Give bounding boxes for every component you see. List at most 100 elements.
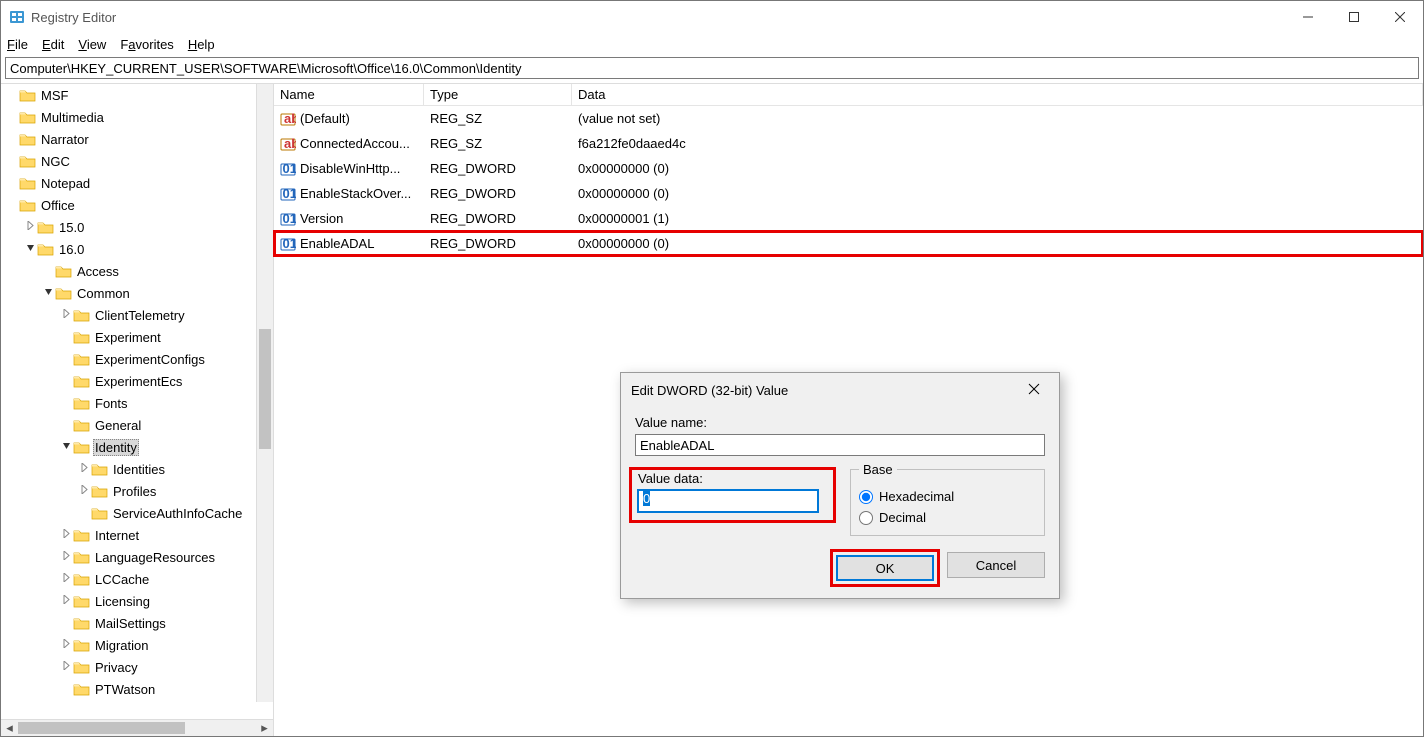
tree-item[interactable]: ServiceAuthInfoCache <box>1 502 273 524</box>
value-row[interactable]: 011EnableADALREG_DWORD0x00000000 (0) <box>274 231 1423 256</box>
tree-item[interactable]: Office <box>1 194 273 216</box>
folder-icon <box>19 88 36 102</box>
value-data-input[interactable]: 0 <box>638 490 818 512</box>
tree-item-label: 15.0 <box>57 220 86 235</box>
tree-expander-icon[interactable] <box>59 441 73 453</box>
scroll-left-arrow[interactable]: ◂ <box>1 720 18 737</box>
value-row[interactable]: 011EnableStackOver...REG_DWORD0x00000000… <box>274 181 1423 206</box>
tree-expander-icon[interactable] <box>59 551 73 563</box>
base-fieldset: Base Hexadecimal Decimal <box>850 462 1045 536</box>
dialog-titlebar[interactable]: Edit DWORD (32-bit) Value <box>621 373 1059 407</box>
tree-item[interactable]: Access <box>1 260 273 282</box>
tree-item-label: Access <box>75 264 121 279</box>
tree-item[interactable]: Profiles <box>1 480 273 502</box>
tree-item[interactable]: Common <box>1 282 273 304</box>
menu-view[interactable]: View <box>78 37 106 52</box>
folder-icon <box>73 374 90 388</box>
tree-item-label: Licensing <box>93 594 152 609</box>
close-button[interactable] <box>1377 1 1423 33</box>
menu-edit[interactable]: Edit <box>42 37 64 52</box>
scroll-thumb[interactable] <box>259 329 271 449</box>
tree-item[interactable]: ClientTelemetry <box>1 304 273 326</box>
tree-item[interactable]: Licensing <box>1 590 273 612</box>
menu-favorites[interactable]: Favorites <box>120 37 173 52</box>
value-name-input[interactable] <box>635 434 1045 456</box>
scroll-right-arrow[interactable]: ▸ <box>256 720 273 737</box>
value-row[interactable]: 011DisableWinHttp...REG_DWORD0x00000000 … <box>274 156 1423 181</box>
tree-expander-icon[interactable] <box>23 243 37 255</box>
value-row[interactable]: 011VersionREG_DWORD0x00000001 (1) <box>274 206 1423 231</box>
address-bar[interactable]: Computer\HKEY_CURRENT_USER\SOFTWARE\Micr… <box>5 57 1419 79</box>
tree-item[interactable]: 16.0 <box>1 238 273 260</box>
tree-expander-icon[interactable] <box>23 221 37 233</box>
tree-item[interactable]: General <box>1 414 273 436</box>
tree-item[interactable]: Fonts <box>1 392 273 414</box>
scroll-thumb[interactable] <box>18 722 185 734</box>
dialog-close-button[interactable] <box>1019 383 1049 398</box>
tree-item[interactable]: MSF <box>1 84 273 106</box>
radio-hexadecimal[interactable]: Hexadecimal <box>859 489 1036 504</box>
tree[interactable]: MSF Multimedia Narrator NGC NotepadOffice 15.… <box>1 84 273 700</box>
menu-help[interactable]: Help <box>188 37 215 52</box>
edit-dword-dialog: Edit DWORD (32-bit) Value Value name: Va… <box>620 372 1060 599</box>
tree-expander-icon[interactable] <box>59 639 73 651</box>
tree-horizontal-scrollbar[interactable]: ◂ ▸ <box>1 719 273 736</box>
value-type: REG_DWORD <box>424 161 572 176</box>
base-legend: Base <box>859 462 897 477</box>
tree-item[interactable]: NGC <box>1 150 273 172</box>
folder-icon <box>73 330 90 344</box>
value-row[interactable]: ab(Default)REG_SZ(value not set) <box>274 106 1423 131</box>
radio-decimal[interactable]: Decimal <box>859 510 1036 525</box>
tree-item[interactable]: ExperimentConfigs <box>1 348 273 370</box>
tree-item[interactable]: Identity <box>1 436 273 458</box>
value-type: REG_DWORD <box>424 186 572 201</box>
tree-item-label: NGC <box>39 154 72 169</box>
tree-item[interactable]: Multimedia <box>1 106 273 128</box>
value-data: f6a212fe0daaed4c <box>572 136 1423 151</box>
folder-icon <box>55 264 72 278</box>
svg-text:011: 011 <box>283 236 297 251</box>
dword-value-icon: 011 <box>280 186 296 202</box>
tree-item-label: PTWatson <box>93 682 157 697</box>
tree-item[interactable]: MailSettings <box>1 612 273 634</box>
tree-expander-icon[interactable] <box>59 529 73 541</box>
tree-item[interactable]: LanguageResources <box>1 546 273 568</box>
cancel-button[interactable]: Cancel <box>947 552 1045 578</box>
minimize-button[interactable] <box>1285 1 1331 33</box>
menu-file[interactable]: File <box>7 37 28 52</box>
column-header-data[interactable]: Data <box>572 84 1423 105</box>
tree-item[interactable]: PTWatson <box>1 678 273 700</box>
tree-expander-icon[interactable] <box>59 573 73 585</box>
tree-item-label: Multimedia <box>39 110 106 125</box>
tree-item[interactable]: Narrator <box>1 128 273 150</box>
tree-expander-icon[interactable] <box>41 287 55 299</box>
folder-icon <box>19 132 36 146</box>
maximize-button[interactable] <box>1331 1 1377 33</box>
folder-icon <box>55 286 72 300</box>
tree-expander-icon[interactable] <box>59 595 73 607</box>
tree-item[interactable]: 15.0 <box>1 216 273 238</box>
tree-item[interactable]: Identities <box>1 458 273 480</box>
tree-expander-icon[interactable] <box>59 661 73 673</box>
tree-vertical-scrollbar[interactable] <box>256 84 273 702</box>
tree-item[interactable]: Migration <box>1 634 273 656</box>
column-header-name[interactable]: Name <box>274 84 424 105</box>
tree-item[interactable]: Notepad <box>1 172 273 194</box>
tree-expander-icon[interactable] <box>59 309 73 321</box>
window-controls <box>1285 1 1423 33</box>
tree-item[interactable]: Internet <box>1 524 273 546</box>
ok-button[interactable]: OK <box>836 555 934 581</box>
radio-decimal-input[interactable] <box>859 511 873 525</box>
value-row[interactable]: abConnectedAccou...REG_SZf6a212fe0daaed4… <box>274 131 1423 156</box>
tree-item[interactable]: Experiment <box>1 326 273 348</box>
radio-hexadecimal-input[interactable] <box>859 490 873 504</box>
svg-text:011: 011 <box>283 161 297 176</box>
tree-item[interactable]: Privacy <box>1 656 273 678</box>
tree-expander-icon[interactable] <box>77 463 91 475</box>
tree-item[interactable]: ExperimentEcs <box>1 370 273 392</box>
folder-icon <box>91 462 108 476</box>
folder-icon <box>73 594 90 608</box>
tree-expander-icon[interactable] <box>77 485 91 497</box>
column-header-type[interactable]: Type <box>424 84 572 105</box>
tree-item[interactable]: LCCache <box>1 568 273 590</box>
